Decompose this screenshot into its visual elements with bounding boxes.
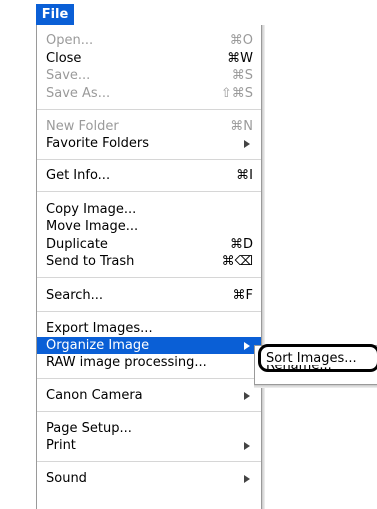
menu-item-label: Get Info... (46, 168, 111, 183)
menu-item-shortcut: ⌘F (232, 288, 253, 303)
menu-item-label: RAW image processing... (46, 355, 207, 370)
menu-item-label: Print (46, 438, 76, 453)
menu-item-shortcut: ⌘S (231, 68, 253, 83)
menu-item-label: Canon Camera (46, 388, 143, 403)
submenu-arrow-icon (244, 475, 250, 483)
menu-item-label: Organize Image (46, 338, 150, 353)
menu-item-sound[interactable]: Sound (37, 470, 261, 487)
menu-separator (37, 277, 261, 278)
menu-item-print[interactable]: Print (37, 437, 261, 454)
menu-item-send-to-trash[interactable]: Send to Trash ⌘⌫ (37, 253, 261, 270)
menu-item-export-images[interactable]: Export Images... (37, 320, 261, 337)
submenu-arrow-icon (244, 392, 250, 400)
menu-item-save[interactable]: Save... ⌘S (37, 67, 261, 84)
menu-item-shortcut: ⌘D (229, 237, 253, 252)
menu-item-label: New Folder (46, 119, 119, 134)
menu-item-shortcut: ⌘W (227, 51, 253, 66)
menu-separator (37, 461, 261, 462)
submenu-item-rename[interactable]: Rename... (255, 365, 377, 375)
menu-item-duplicate[interactable]: Duplicate ⌘D (37, 236, 261, 253)
file-menu-title[interactable]: File (36, 4, 74, 25)
menu-item-label: Send to Trash (46, 254, 135, 269)
menu-item-search[interactable]: Search... ⌘F (37, 287, 261, 304)
menu-item-label: Page Setup... (46, 421, 132, 436)
menu-item-get-info[interactable]: Get Info... ⌘I (37, 167, 261, 184)
menu-item-label: Move Image... (46, 219, 139, 234)
menu-item-label: Close (46, 51, 82, 66)
menu-item-label: Copy Image... (46, 202, 137, 217)
menu-item-organize-image[interactable]: Organize Image (37, 337, 261, 354)
submenu-arrow-icon (244, 140, 250, 148)
menu-item-label: Save... (46, 68, 91, 83)
menu-separator (37, 159, 261, 160)
menu-separator (37, 411, 261, 412)
menu-item-label: Save As... (46, 86, 111, 101)
menu-shadow (262, 25, 265, 509)
menu-item-shortcut: ⇧⌘S (220, 86, 253, 101)
menu-item-favorite-folders[interactable]: Favorite Folders (37, 135, 261, 152)
submenu-shadow (254, 385, 377, 388)
menu-item-shortcut: ⌘I (236, 168, 253, 183)
submenu-arrow-icon (244, 442, 250, 450)
menu-item-label: Search... (46, 288, 104, 303)
menu-item-label: Sound (46, 471, 87, 486)
menu-item-page-setup[interactable]: Page Setup... (37, 420, 261, 437)
menu-item-close[interactable]: Close ⌘W (37, 50, 261, 67)
menu-item-label: Open... (46, 33, 94, 48)
menu-separator (37, 191, 261, 192)
menu-item-label: Favorite Folders (46, 136, 150, 151)
menu-item-open[interactable]: Open... ⌘O (37, 32, 261, 49)
menu-item-new-folder[interactable]: New Folder ⌘N (37, 118, 261, 135)
menu-item-label: Duplicate (46, 237, 108, 252)
organize-image-submenu: Sort Images... Rename... (254, 345, 377, 385)
menu-item-shortcut: ⌘⌫ (221, 254, 253, 269)
file-menu: Open... ⌘O Close ⌘W Save... ⌘S Save As..… (36, 25, 262, 509)
menu-item-move-image[interactable]: Move Image... (37, 218, 261, 235)
menu-item-raw-image-processing[interactable]: RAW image processing... (37, 354, 261, 371)
menu-separator (37, 378, 261, 379)
menu-item-shortcut: ⌘N (230, 119, 253, 134)
menu-item-save-as[interactable]: Save As... ⇧⌘S (37, 85, 261, 102)
submenu-arrow-icon (244, 342, 250, 350)
menu-item-label: Export Images... (46, 321, 153, 336)
menu-separator (37, 109, 261, 110)
menu-item-canon-camera[interactable]: Canon Camera (37, 387, 261, 404)
menu-separator (37, 311, 261, 312)
submenu-item-label: Rename... (266, 365, 332, 373)
menu-item-shortcut: ⌘O (229, 33, 253, 48)
menu-item-copy-image[interactable]: Copy Image... (37, 201, 261, 218)
